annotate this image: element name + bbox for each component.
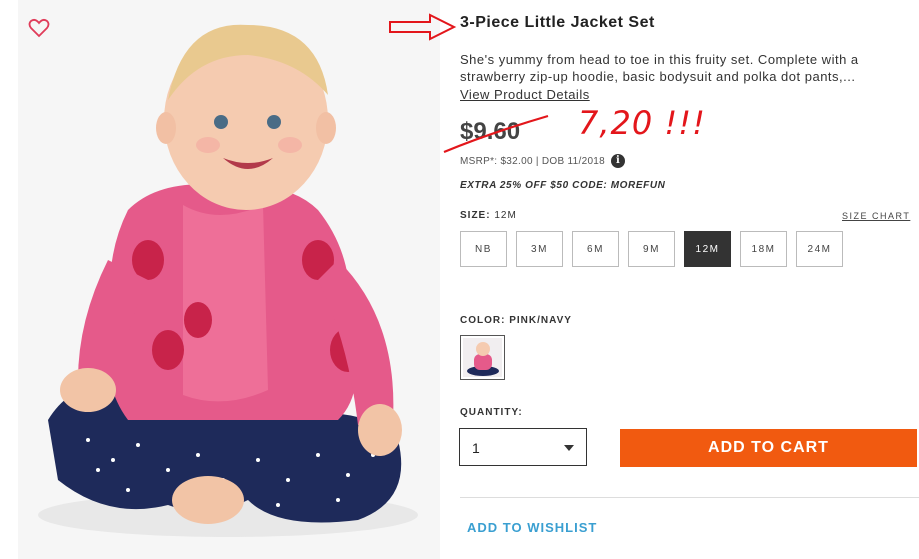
size-option-6m[interactable]: 6M	[572, 231, 619, 267]
size-option-24m[interactable]: 24M	[796, 231, 843, 267]
divider	[460, 497, 919, 498]
size-selected-value: 12M	[494, 210, 517, 221]
quantity-value: 1	[472, 440, 480, 456]
info-icon[interactable]: i	[611, 154, 626, 168]
size-label: SIZE: 12M	[460, 210, 517, 221]
size-option-9m[interactable]: 9M	[628, 231, 675, 267]
product-image	[18, 0, 440, 559]
add-to-cart-button[interactable]: ADD TO CART	[620, 429, 917, 467]
color-swatch-pink-navy[interactable]	[460, 335, 505, 380]
baby-photo	[38, 24, 418, 537]
add-to-wishlist-link[interactable]: ADD TO WISHLIST	[467, 520, 597, 535]
size-option-nb[interactable]: NB	[460, 231, 507, 267]
quantity-select[interactable]: 1	[459, 428, 587, 466]
size-option-18m[interactable]: 18M	[740, 231, 787, 267]
strikethrough-mark	[440, 108, 552, 158]
msrp-line: MSRP*: $32.00 | DOB 11/2018 i	[460, 154, 626, 168]
size-option-12m[interactable]: 12M	[684, 231, 731, 267]
heart-icon[interactable]	[28, 18, 50, 38]
msrp-text: MSRP*: $32.00 | DOB 11/2018	[460, 155, 606, 167]
swatch-thumbnail	[467, 342, 499, 376]
view-product-details-link[interactable]: View Product Details	[460, 87, 590, 102]
product-description: She's yummy from head to toe in this fru…	[460, 52, 859, 84]
size-option-3m[interactable]: 3M	[516, 231, 563, 267]
product-title: 3-Piece Little Jacket Set	[460, 14, 655, 31]
color-label: COLOR: PINK/NAVY	[460, 315, 572, 326]
handwritten-price-annotation: 7,20 !!!	[578, 104, 706, 142]
size-label-prefix: SIZE:	[460, 210, 491, 221]
arrow-right-icon	[388, 12, 458, 42]
size-chart-link[interactable]: SIZE CHART	[842, 211, 910, 221]
promo-text: EXTRA 25% OFF $50 CODE: MOREFUN	[460, 180, 666, 191]
quantity-label: QUANTITY:	[460, 407, 523, 418]
chevron-down-icon	[564, 445, 574, 451]
